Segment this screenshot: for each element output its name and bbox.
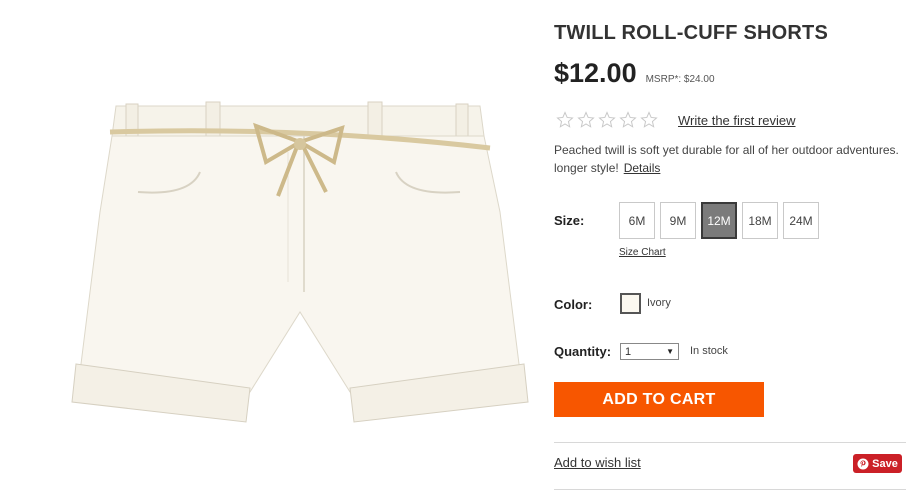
star-icon[interactable] — [619, 111, 637, 129]
size-chart-link[interactable]: Size Chart — [619, 247, 666, 258]
description-line-1: Peached twill is soft yet durable for al… — [554, 143, 899, 157]
product-title: TWILL ROLL-CUFF SHORTS — [554, 22, 828, 44]
star-icon[interactable] — [556, 111, 574, 129]
size-option-9m[interactable]: 9M — [660, 202, 696, 239]
size-label: Size: — [554, 213, 585, 228]
color-label: Color: — [554, 297, 593, 312]
size-option-24m[interactable]: 24M — [783, 202, 819, 239]
color-name: Ivory — [647, 297, 671, 309]
product-image — [60, 92, 540, 432]
dropdown-arrow-icon: ▼ — [666, 347, 674, 356]
quantity-label: Quantity: — [554, 344, 612, 359]
pinterest-save-label: Save — [872, 457, 898, 470]
add-to-cart-button[interactable]: ADD TO CART — [554, 382, 764, 417]
rating-row: Write the first review — [556, 111, 796, 129]
product-description: Peached twill is soft yet durable for al… — [554, 141, 906, 177]
description-line-2: longer style! Details — [554, 159, 906, 177]
star-rating[interactable] — [556, 111, 658, 129]
quantity-select[interactable]: 1 ▼ — [620, 343, 679, 360]
sale-price: $12.00 — [554, 58, 637, 88]
details-link[interactable]: Details — [624, 161, 661, 175]
write-review-link[interactable]: Write the first review — [678, 113, 796, 128]
pinterest-save-button[interactable]: Save — [853, 454, 902, 473]
stock-status: In stock — [690, 345, 728, 357]
size-options: 6M 9M 12M 18M 24M — [619, 202, 819, 239]
msrp-price: MSRP*: $24.00 — [645, 74, 715, 85]
star-icon[interactable] — [640, 111, 658, 129]
price-row: $12.00 MSRP*: $24.00 — [554, 58, 715, 89]
product-details-panel: TWILL ROLL-CUFF SHORTS $12.00 MSRP*: $24… — [554, 0, 906, 494]
quantity-value: 1 — [625, 345, 632, 358]
color-swatch-ivory[interactable] — [620, 293, 641, 314]
size-option-6m[interactable]: 6M — [619, 202, 655, 239]
pinterest-icon — [857, 458, 869, 469]
shorts-illustration — [71, 101, 529, 423]
add-to-wishlist-link[interactable]: Add to wish list — [554, 455, 641, 470]
star-icon[interactable] — [598, 111, 616, 129]
divider — [554, 489, 906, 490]
size-option-18m[interactable]: 18M — [742, 202, 778, 239]
star-icon[interactable] — [577, 111, 595, 129]
divider — [554, 442, 906, 443]
size-option-12m[interactable]: 12M — [701, 202, 737, 239]
description-line-2-text: longer style! — [554, 161, 619, 175]
